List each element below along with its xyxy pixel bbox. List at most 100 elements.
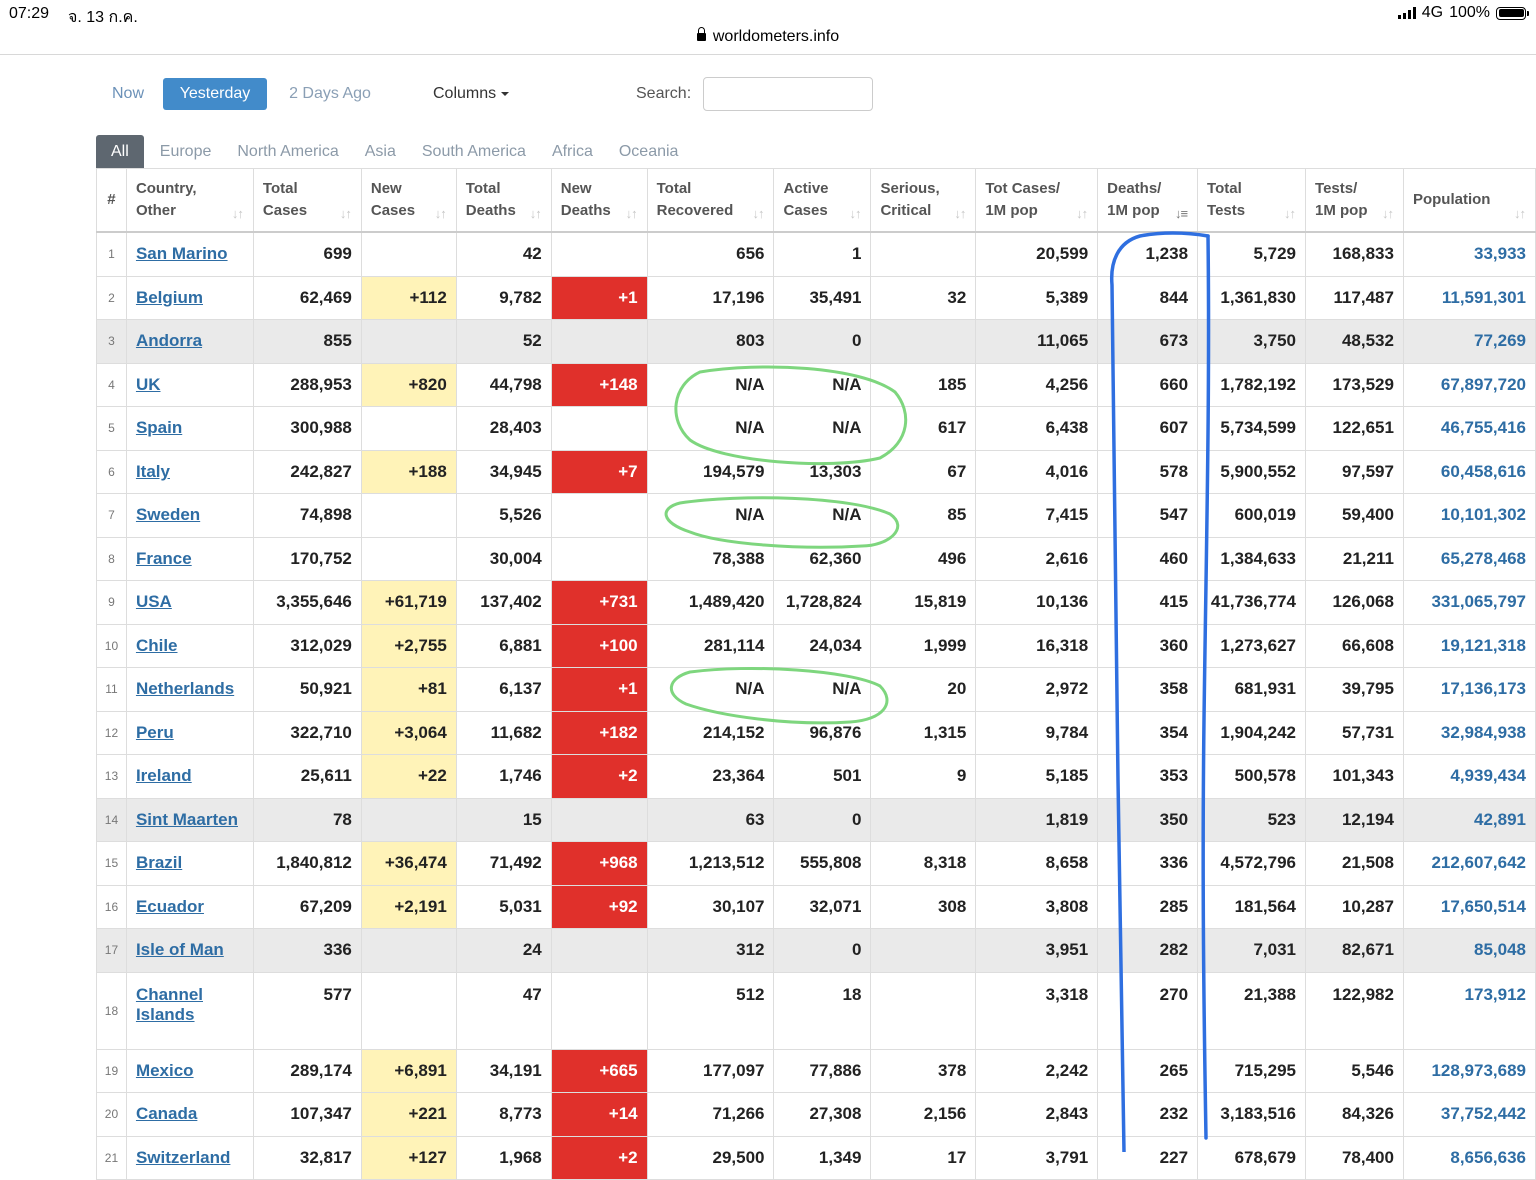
cell-total-recovered: 214,152 <box>646 710 775 755</box>
cell-n: 14 <box>96 797 127 842</box>
population-link[interactable]: 37,752,442 <box>1441 1104 1526 1123</box>
country-link[interactable]: Ireland <box>136 766 192 785</box>
sort-icon[interactable]: ↓≡ <box>1175 203 1188 225</box>
country-link[interactable]: Brazil <box>136 853 182 872</box>
sort-icon[interactable]: ↓↑ <box>1284 203 1296 225</box>
country-link[interactable]: Mexico <box>136 1061 194 1080</box>
country-link[interactable]: Isle of Man <box>136 940 224 959</box>
population-link[interactable]: 85,048 <box>1474 940 1526 959</box>
column-header[interactable]: Country, Other ↓↑ <box>125 168 254 233</box>
country-link[interactable]: Chile <box>136 636 178 655</box>
country-link[interactable]: Sint Maarten <box>136 810 238 829</box>
tab-south-america[interactable]: South America <box>412 135 536 169</box>
cell-tests-per-m: 78,400 <box>1305 1135 1404 1180</box>
column-header[interactable]: Total Tests ↓↑ <box>1197 168 1307 233</box>
column-header[interactable]: Tests/1M pop ↓↑ <box>1305 168 1404 233</box>
population-link[interactable]: 32,984,938 <box>1441 723 1526 742</box>
country-link[interactable]: Canada <box>136 1104 197 1123</box>
sort-icon[interactable]: ↓↑ <box>626 203 638 225</box>
sort-icon[interactable]: ↓↑ <box>340 203 352 225</box>
sort-icon[interactable]: ↓↑ <box>435 203 447 225</box>
column-header[interactable]: Tot Cases/1M pop ↓↑ <box>975 168 1099 233</box>
country-link[interactable]: Andorra <box>136 331 202 350</box>
sort-icon[interactable]: ↓↑ <box>849 203 861 225</box>
cell-new-deaths: +92 <box>550 884 648 929</box>
tab-asia[interactable]: Asia <box>355 135 406 169</box>
country-link[interactable]: Spain <box>136 418 182 437</box>
columns-dropdown[interactable]: Columns <box>433 78 510 110</box>
column-header[interactable]: Serious, Critical ↓↑ <box>870 168 977 233</box>
population-link[interactable]: 33,933 <box>1474 244 1526 263</box>
sort-icon[interactable]: ↓↑ <box>752 203 764 225</box>
population-link[interactable]: 8,656,636 <box>1450 1148 1526 1167</box>
population-link[interactable]: 19,121,318 <box>1441 636 1526 655</box>
sort-icon[interactable]: ↓↑ <box>954 203 966 225</box>
column-header[interactable]: Total Deaths ↓↑ <box>455 168 552 233</box>
population-link[interactable]: 173,912 <box>1465 985 1526 1004</box>
population-link[interactable]: 46,755,416 <box>1441 418 1526 437</box>
column-header[interactable]: Total Recovered ↓↑ <box>646 168 775 233</box>
sort-icon[interactable]: ↓↑ <box>530 203 542 225</box>
population-link[interactable]: 4,939,434 <box>1450 766 1526 785</box>
column-header-label: Total <box>1207 180 1242 197</box>
now-button[interactable]: Now <box>96 78 160 110</box>
country-link[interactable]: Netherlands <box>136 679 234 698</box>
population-link[interactable]: 42,891 <box>1474 810 1526 829</box>
cell-critical <box>870 797 977 842</box>
cell-population: 42,891 <box>1402 797 1536 842</box>
tab-north-america[interactable]: North America <box>227 135 348 169</box>
sort-icon[interactable]: ↓↑ <box>1382 203 1394 225</box>
country-link[interactable]: Sweden <box>136 505 200 524</box>
sort-icon[interactable]: ↓↑ <box>1514 203 1526 225</box>
column-header[interactable]: Deaths/1M pop ↓≡ <box>1097 168 1199 233</box>
country-link[interactable]: Peru <box>136 723 174 742</box>
country-link[interactable]: Switzerland <box>136 1148 230 1167</box>
cell-total-recovered: N/A <box>646 493 775 538</box>
sort-icon[interactable]: ↓↑ <box>232 203 244 225</box>
column-header[interactable]: Active Cases ↓↑ <box>773 168 872 233</box>
cell-total-tests: 1,384,633 <box>1197 536 1307 581</box>
tab-oceania[interactable]: Oceania <box>609 135 689 169</box>
cell-total-cases: 107,347 <box>252 1092 362 1137</box>
column-header[interactable]: Population ↓↑ <box>1402 168 1536 233</box>
population-link[interactable]: 17,650,514 <box>1441 897 1526 916</box>
population-link[interactable]: 11,591,301 <box>1442 288 1526 307</box>
population-link[interactable]: 17,136,173 <box>1441 679 1526 698</box>
yesterday-button[interactable]: Yesterday <box>163 78 267 110</box>
address-bar[interactable]: worldometers.info <box>0 27 1536 55</box>
country-link[interactable]: Belgium <box>136 288 203 307</box>
country-link[interactable]: UK <box>136 375 161 394</box>
population-link[interactable]: 128,973,689 <box>1431 1061 1526 1080</box>
country-link[interactable]: Channel Islands <box>136 985 203 1024</box>
search-input[interactable] <box>703 77 873 111</box>
column-header[interactable]: # <box>96 168 127 233</box>
population-link[interactable]: 10,101,302 <box>1441 505 1526 524</box>
population-link[interactable]: 331,065,797 <box>1431 592 1526 611</box>
population-link[interactable]: 77,269 <box>1474 331 1526 350</box>
column-header[interactable]: New Deaths ↓↑ <box>550 168 648 233</box>
country-link[interactable]: USA <box>136 592 172 611</box>
population-link[interactable]: 212,607,642 <box>1431 853 1526 872</box>
tab-all[interactable]: All <box>96 135 144 169</box>
sort-icon[interactable]: ↓↑ <box>1076 203 1088 225</box>
two-days-ago-button[interactable]: 2 Days Ago <box>275 78 385 110</box>
cell-new-deaths: +7 <box>550 449 648 494</box>
cell-critical <box>870 231 977 277</box>
tab-europe[interactable]: Europe <box>150 135 222 169</box>
country-link[interactable]: Ecuador <box>136 897 204 916</box>
country-link[interactable]: France <box>136 549 192 568</box>
country-link[interactable]: Italy <box>136 462 170 481</box>
column-header[interactable]: New Cases ↓↑ <box>360 168 457 233</box>
search-label: Search: <box>636 85 692 102</box>
population-link[interactable]: 60,458,616 <box>1441 462 1526 481</box>
population-link[interactable]: 65,278,468 <box>1441 549 1526 568</box>
column-header[interactable]: Total Cases ↓↑ <box>252 168 362 233</box>
population-link[interactable]: 67,897,720 <box>1441 375 1526 394</box>
country-link[interactable]: San Marino <box>136 244 228 263</box>
cell-total-recovered: 656 <box>646 231 775 277</box>
cell-cases-per-m: 6,438 <box>975 406 1099 451</box>
cell-cases-per-m: 8,658 <box>975 841 1099 886</box>
cell-total-cases: 74,898 <box>252 493 362 538</box>
cell-new-cases: +81 <box>360 667 457 712</box>
tab-africa[interactable]: Africa <box>542 135 603 169</box>
